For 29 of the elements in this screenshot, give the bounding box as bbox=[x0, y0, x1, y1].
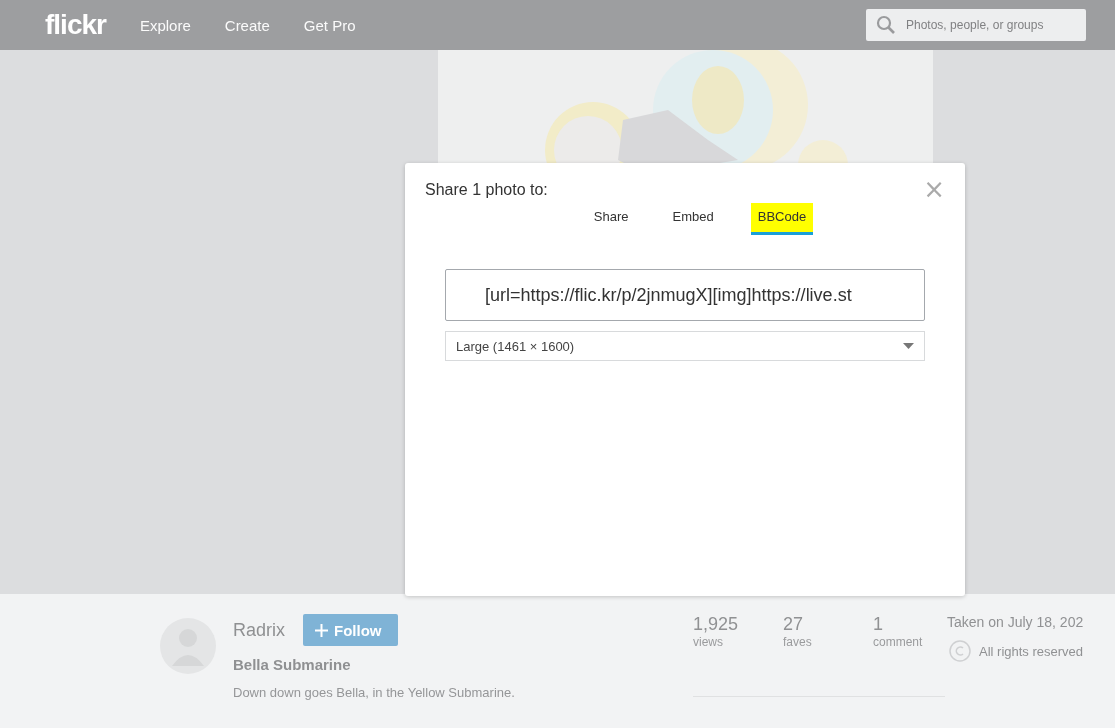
size-dropdown[interactable]: Large (1461 × 1600) bbox=[445, 331, 925, 361]
copyright-icon bbox=[949, 640, 971, 662]
stat-value: 1,925 bbox=[693, 614, 740, 635]
tab[interactable]: BBCode bbox=[750, 203, 814, 235]
flickr-logo[interactable]: flickr bbox=[45, 9, 106, 41]
search-field[interactable]: Photos, people, or groups bbox=[866, 9, 1086, 41]
photo-description: Down down goes Bella, in the Yellow Submarine. bbox=[233, 685, 516, 700]
stat-label: faves bbox=[783, 635, 813, 649]
tab[interactable]: Embed bbox=[665, 203, 721, 235]
nav-link[interactable]: Explore bbox=[139, 16, 191, 34]
taken-date: Taken on July 18, 202 bbox=[947, 614, 1084, 630]
dialog-title: Share 1 photo to: bbox=[425, 181, 548, 199]
nav-link[interactable]: Get Pro bbox=[303, 16, 356, 34]
nav-link[interactable]: Create bbox=[224, 16, 270, 34]
caret-icon bbox=[903, 343, 914, 349]
license-text: All rights reserved bbox=[979, 643, 1084, 659]
close-button[interactable]: × bbox=[923, 179, 945, 199]
stat-label: comment bbox=[873, 635, 924, 649]
search-icon bbox=[876, 15, 896, 35]
stat-label: views bbox=[693, 635, 724, 649]
stat-value: 1 bbox=[873, 614, 884, 635]
code-field[interactable]: [url=https://flic.kr/p/2jnmugX][img]https://live.st bbox=[445, 269, 925, 321]
author-name[interactable]: Radrix bbox=[233, 619, 285, 641]
stat-value: 27 bbox=[783, 614, 805, 635]
tab[interactable]: Share bbox=[586, 203, 636, 235]
follow-button[interactable]: Follow bbox=[303, 614, 398, 646]
avatar bbox=[160, 618, 216, 674]
plus-icon bbox=[315, 623, 328, 637]
photo-title: Bella Submarine bbox=[233, 656, 352, 673]
